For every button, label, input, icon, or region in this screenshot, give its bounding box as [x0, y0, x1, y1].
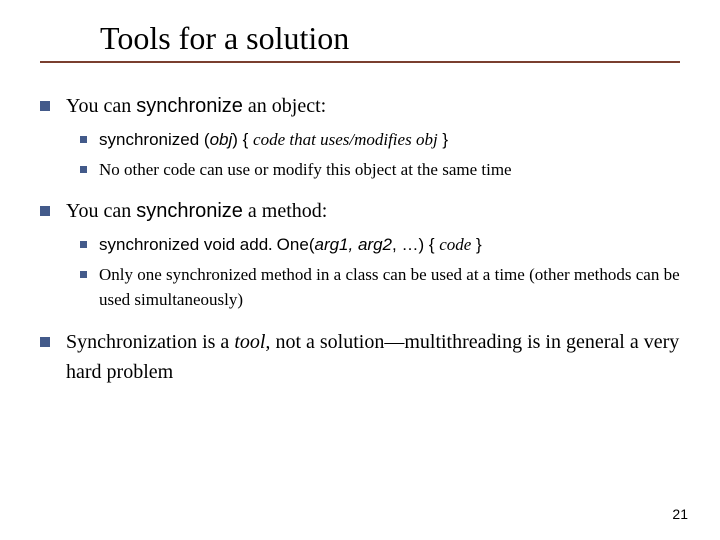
keyword-synchronize: synchronize: [136, 200, 243, 222]
paren: (: [199, 130, 209, 149]
sub-bullet-syntax: synchronized void add. One(arg1, arg2, ……: [80, 232, 680, 258]
slide-title: Tools for a solution: [100, 20, 680, 57]
method-one: One: [277, 235, 309, 254]
text-fragment: a method:: [243, 200, 327, 222]
code-placeholder: code that uses/modifies obj: [253, 130, 438, 149]
title-container: Tools for a solution: [40, 20, 680, 63]
keyword-synchronize: synchronize: [136, 95, 243, 117]
sub-bullet-text: No other code can use or modify this obj…: [99, 157, 680, 183]
bullet-summary: Synchronization is a tool, not a solutio…: [40, 327, 680, 387]
arg2: arg2: [358, 235, 392, 254]
square-bullet-icon: [80, 271, 87, 278]
slide-content: You can synchronize an object: synchroni…: [40, 91, 680, 387]
square-bullet-icon: [40, 206, 50, 216]
sub-bullet-text: synchronized (obj) { code that uses/modi…: [99, 127, 680, 153]
arg1: arg1: [314, 235, 348, 254]
code-placeholder: code: [439, 235, 471, 254]
paren: ) {: [232, 130, 253, 149]
bullet-text: You can synchronize an object:: [66, 91, 680, 121]
brace: }: [471, 235, 481, 254]
square-bullet-icon: [80, 166, 87, 173]
sub-bullet-note: Only one synchronized method in a class …: [80, 262, 680, 313]
text-fragment: You can: [66, 200, 136, 222]
bullet-text: Synchronization is a tool, not a solutio…: [66, 327, 680, 387]
keyword-synchronized: synchronized: [99, 130, 199, 149]
dot: .: [268, 235, 277, 254]
bullet-sync-method: You can synchronize a method:: [40, 196, 680, 226]
text-fragment: Synchronization is a: [66, 331, 234, 353]
sub-bullet-note: No other code can use or modify this obj…: [80, 157, 680, 183]
emphasis-tool: tool,: [234, 331, 270, 353]
sub-bullet-group: synchronized (obj) { code that uses/modi…: [80, 127, 680, 182]
square-bullet-icon: [40, 101, 50, 111]
sub-bullet-text: synchronized void add. One(arg1, arg2, ……: [99, 232, 680, 258]
square-bullet-icon: [80, 136, 87, 143]
arg-obj: obj: [210, 130, 233, 149]
sub-bullet-group: synchronized void add. One(arg1, arg2, ……: [80, 232, 680, 313]
bullet-sync-object: You can synchronize an object:: [40, 91, 680, 121]
text-fragment: an object:: [243, 95, 326, 117]
keyword-synchronized-void: synchronized void add: [99, 235, 268, 254]
bullet-text: You can synchronize a method:: [66, 196, 680, 226]
text-fragment: You can: [66, 95, 136, 117]
sub-bullet-text: Only one synchronized method in a class …: [99, 262, 680, 313]
sub-bullet-syntax: synchronized (obj) { code that uses/modi…: [80, 127, 680, 153]
page-number: 21: [672, 506, 688, 522]
square-bullet-icon: [40, 337, 50, 347]
comma: ,: [349, 235, 358, 254]
square-bullet-icon: [80, 241, 87, 248]
brace: }: [438, 130, 448, 149]
ellipsis: , …) {: [392, 235, 439, 254]
